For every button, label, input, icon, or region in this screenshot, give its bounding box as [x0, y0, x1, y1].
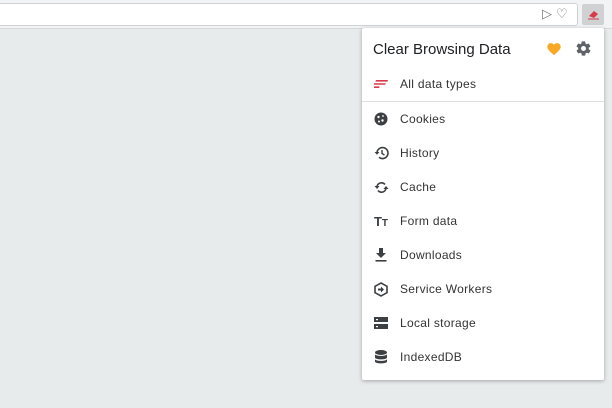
text-size-icon: TT: [373, 213, 389, 229]
address-bar[interactable]: ▷ ♡: [0, 3, 578, 26]
menu-item-label: IndexedDB: [400, 350, 463, 364]
menu-item-label: History: [400, 146, 440, 160]
menu-item-label: Cookies: [400, 112, 446, 126]
menu-item-form-data[interactable]: TT Form data: [362, 204, 604, 238]
menu-item-downloads[interactable]: Downloads: [362, 238, 604, 272]
download-icon: [375, 248, 387, 262]
menu-item-history[interactable]: History: [362, 136, 604, 170]
extension-button[interactable]: [582, 4, 604, 25]
menu-item-label: Service Workers: [400, 282, 493, 296]
heart-icon[interactable]: [546, 41, 562, 56]
browser-toolbar: ▷ ♡: [0, 0, 612, 29]
history-icon: [374, 146, 389, 160]
send-icon[interactable]: ▷: [542, 6, 552, 22]
database-icon: [375, 350, 387, 364]
cookie-icon: [374, 112, 388, 126]
lines-icon: [374, 80, 388, 88]
menu-item-label: Form data: [400, 214, 458, 228]
heart-outline-icon[interactable]: ♡: [556, 6, 568, 22]
sync-icon: [374, 181, 388, 193]
menu-item-all-data-types[interactable]: All data types: [362, 67, 604, 101]
gear-icon[interactable]: [575, 40, 592, 57]
clear-browsing-data-popup: Clear Browsing Data All data types Cooki…: [362, 28, 604, 380]
menu-item-label: Cache: [400, 180, 437, 194]
menu-item-label: All data types: [400, 77, 477, 91]
menu-item-service-workers[interactable]: Service Workers: [362, 272, 604, 306]
menu-item-indexeddb[interactable]: IndexedDB: [362, 340, 604, 374]
menu-item-cache[interactable]: Cache: [362, 170, 604, 204]
menu-item-label: Local storage: [400, 316, 476, 330]
storage-icon: [374, 317, 388, 329]
menu-item-label: Downloads: [400, 248, 463, 262]
menu-item-local-storage[interactable]: Local storage: [362, 306, 604, 340]
hexagon-arrow-icon: [374, 281, 388, 297]
eraser-icon: [587, 11, 599, 20]
popup-title: Clear Browsing Data: [373, 41, 511, 58]
menu-item-cookies[interactable]: Cookies: [362, 102, 604, 136]
